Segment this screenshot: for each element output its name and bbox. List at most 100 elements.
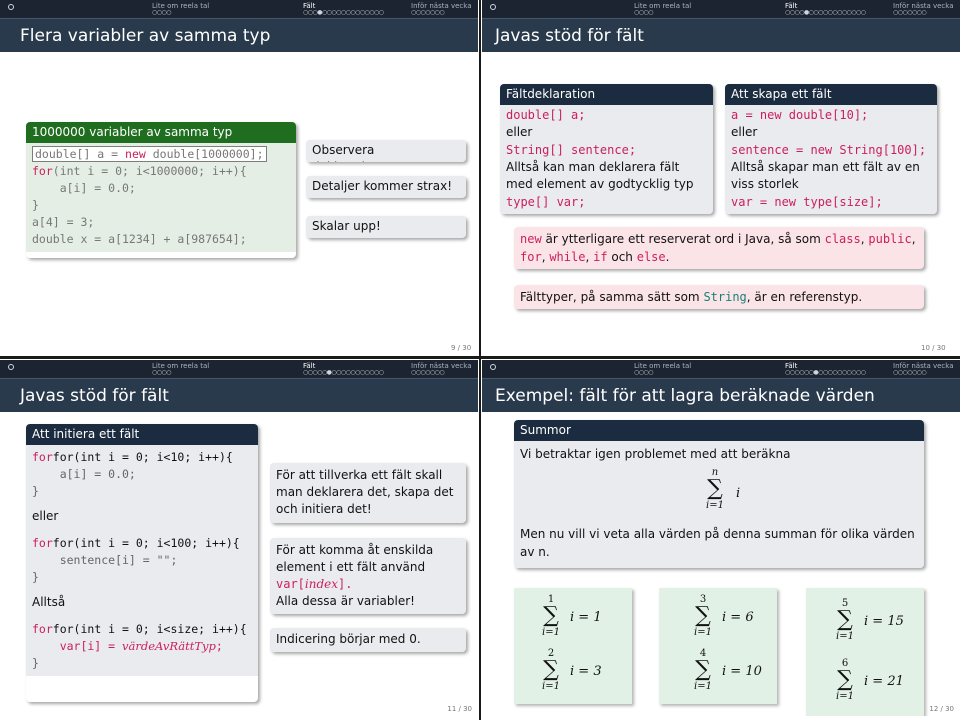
note-box: Skalar upp! bbox=[306, 216, 466, 238]
code-line: double[] a; bbox=[506, 108, 586, 122]
nav-section-arrays[interactable]: Fält ○○○○○●○○○○○○○○○○○ bbox=[303, 362, 384, 376]
sum-card bbox=[659, 588, 777, 704]
nav-circle-icon[interactable] bbox=[8, 4, 14, 10]
slide-4: Lite om reela tal ○○○○ Fält ○○○○○○●○○○○○○○… bbox=[482, 360, 960, 716]
slide-title-bar: Javas stöd för fält bbox=[0, 378, 478, 412]
sum-card bbox=[514, 588, 632, 704]
page-number: 12 / 30 bbox=[929, 705, 954, 713]
nav-bar: Lite om reela tal ○○○○ Fält ○○○○○○●○○○○○○○… bbox=[482, 360, 960, 378]
code-line: String[] sentence; bbox=[506, 142, 637, 157]
block-title: Att skapa ett fält bbox=[725, 84, 937, 105]
sum-result: i = 6 bbox=[722, 610, 754, 625]
block-title: Fältdeklaration bbox=[500, 84, 713, 105]
code-line: forfor(int i = 0; i<100; i++){ bbox=[32, 536, 240, 550]
horizontal-separator bbox=[0, 356, 960, 359]
block-title: Att initiera ett fält bbox=[26, 424, 258, 445]
sum-card bbox=[806, 588, 924, 716]
paragraph: Vi betraktar igen problemet med att berä… bbox=[520, 447, 791, 461]
sum-result: i = 1 bbox=[570, 610, 602, 625]
code-line: a[4] = 3; bbox=[32, 215, 95, 229]
text-line: Alltså kan man deklarera fält med elemen… bbox=[506, 159, 694, 192]
slide-title-bar: Javas stöd för fält bbox=[482, 18, 960, 52]
nav-section-arrays[interactable]: Fält ○○○○●○○○○○○○○○○○○ bbox=[785, 2, 866, 16]
code-line: sentence[i] = ""; bbox=[32, 553, 178, 567]
code-line: sentence = new String[100]; bbox=[731, 142, 927, 157]
code-line: a[i] = 0.0; bbox=[32, 467, 136, 481]
code-line: } bbox=[32, 656, 39, 670]
nav-bar: Lite om reela tal ○○○○ Fält ○○○○●○○○○○○○○○… bbox=[482, 0, 960, 18]
code-line: } bbox=[32, 198, 39, 212]
sum-symbol: 4 ∑ i=1 bbox=[694, 648, 712, 692]
text-line: Alltså skapar man ett fält av en viss st… bbox=[731, 159, 920, 192]
sums-block: Summor Vi betraktar igen problemet med a… bbox=[514, 420, 924, 568]
note-box: Indicering börjar med 0. bbox=[270, 628, 466, 652]
note-box: Detaljer kommer strax! bbox=[306, 176, 466, 198]
nav-bar: Lite om reela tal ○○○○ Fält ○○○●○○○○○○○○○○… bbox=[0, 0, 478, 18]
nav-section-reals[interactable]: Lite om reela tal ○○○○ bbox=[634, 362, 691, 376]
block-title: 1000000 variabler av samma typ bbox=[26, 122, 296, 143]
slide-2: Lite om reela tal ○○○○ Fält ○○○○●○○○○○○○○○… bbox=[482, 0, 960, 356]
sum-symbol: 1 ∑ i=1 bbox=[542, 594, 560, 638]
code-block: 1000000 variabler av samma typ double[] … bbox=[26, 122, 296, 258]
slide-title: Javas stöd för fält bbox=[495, 26, 644, 46]
code-line: for(int i = 0; i<1000000; i++){ bbox=[32, 164, 247, 178]
creation-block: Att skapa ett fält a = new double[10]; e… bbox=[725, 84, 937, 214]
code-line: a[i] = 0.0; bbox=[32, 181, 136, 195]
nav-section-reals[interactable]: Lite om reela tal ○○○○ bbox=[152, 2, 209, 16]
nav-section-arrays[interactable]: Fält ○○○●○○○○○○○○○○○○○ bbox=[303, 2, 384, 16]
sum-result: i = 21 bbox=[864, 674, 904, 689]
note-box: För att komma åt enskilda element i ett … bbox=[270, 538, 466, 614]
nav-section-arrays[interactable]: Fält ○○○○○○●○○○○○○○○○○ bbox=[785, 362, 866, 376]
code-line: var = new type[size]; bbox=[731, 194, 883, 209]
declaration-block: Fältdeklaration double[] a; eller String… bbox=[500, 84, 713, 214]
nav-section-next-week[interactable]: Inför nästa vecka ○○○○○○○ bbox=[411, 2, 472, 16]
slide-1: Lite om reela tal ○○○○ Fält ○○○●○○○○○○○○○○… bbox=[0, 0, 478, 356]
code-line: double x = a[1234] + a[987654]; bbox=[32, 232, 247, 246]
text-line: eller bbox=[731, 125, 758, 139]
nav-circle-icon[interactable] bbox=[490, 364, 496, 370]
nav-section-reals[interactable]: Lite om reela tal ○○○○ bbox=[634, 2, 691, 16]
code-line: double[] a = new double[1000000]; bbox=[32, 146, 290, 163]
vertical-separator bbox=[479, 0, 481, 720]
sum-result: i = 3 bbox=[570, 664, 602, 679]
code-line: type[] var; bbox=[506, 194, 586, 209]
nav-section-next-week[interactable]: Inför nästa vecka ○○○○○○○ bbox=[893, 2, 954, 16]
nav-section-next-week[interactable]: Inför nästa vecka ○○○○○○○ bbox=[411, 362, 472, 376]
slide-title: Exempel: fält för att lagra beräknade vä… bbox=[495, 386, 875, 406]
code-line: forfor(int i = 0; i<10; i++){ bbox=[32, 450, 233, 464]
sum-symbol: 3 ∑ i=1 bbox=[694, 594, 712, 638]
nav-bar: Lite om reela tal ○○○○ Fält ○○○○○●○○○○○○○○… bbox=[0, 360, 478, 378]
sum-result: i = 10 bbox=[722, 664, 762, 679]
sum-result: i = 15 bbox=[864, 614, 904, 629]
note-box: Observera deklarationen! bbox=[306, 140, 466, 162]
sum-symbol: 2 ∑ i=1 bbox=[542, 648, 560, 692]
slide-title-bar: Flera variabler av samma typ bbox=[0, 18, 478, 52]
code-line: forfor(int i = 0; i<size; i++){ bbox=[32, 622, 247, 636]
nav-circle-icon[interactable] bbox=[490, 4, 496, 10]
note-reference-type: Fälttyper, på samma sätt som String, är … bbox=[514, 285, 924, 309]
slide-title: Flera variabler av samma typ bbox=[20, 26, 271, 46]
text-line: eller bbox=[506, 125, 533, 139]
slide-title-bar: Exempel: fält för att lagra beräknade vä… bbox=[482, 378, 960, 412]
note-box: För att tillverka ett fält skall man dek… bbox=[270, 463, 466, 523]
code-line: var[i] = värdeAvRättTyp; bbox=[32, 639, 223, 653]
sum-symbol: n ∑ i=1 bbox=[706, 467, 724, 511]
sum-symbol: 5 ∑ i=1 bbox=[836, 598, 854, 642]
paragraph: Men nu vill vi veta alla värden på denna… bbox=[520, 527, 915, 559]
code-line: } bbox=[32, 570, 39, 584]
sum-expression: i bbox=[736, 486, 741, 501]
sum-symbol: 6 ∑ i=1 bbox=[836, 658, 854, 702]
slide-title: Javas stöd för fält bbox=[20, 386, 169, 406]
text-line: eller bbox=[32, 509, 59, 523]
block-title: Summor bbox=[514, 420, 924, 441]
code-line: } bbox=[32, 484, 39, 498]
note-reserved-word: new är ytterligare ett reserverat ord i … bbox=[514, 227, 924, 269]
nav-section-reals[interactable]: Lite om reela tal ○○○○ bbox=[152, 362, 209, 376]
nav-circle-icon[interactable] bbox=[8, 364, 14, 370]
nav-section-next-week[interactable]: Inför nästa vecka ○○○○○○○ bbox=[893, 362, 954, 376]
init-block: Att initiera ett fält forfor(int i = 0; … bbox=[26, 424, 258, 702]
page-number: 11 / 30 bbox=[447, 705, 472, 713]
code-line: a = new double[10]; bbox=[731, 108, 869, 122]
slide-3: Lite om reela tal ○○○○ Fält ○○○○○●○○○○○○○○… bbox=[0, 360, 478, 716]
text-line: Alltså bbox=[32, 595, 66, 609]
